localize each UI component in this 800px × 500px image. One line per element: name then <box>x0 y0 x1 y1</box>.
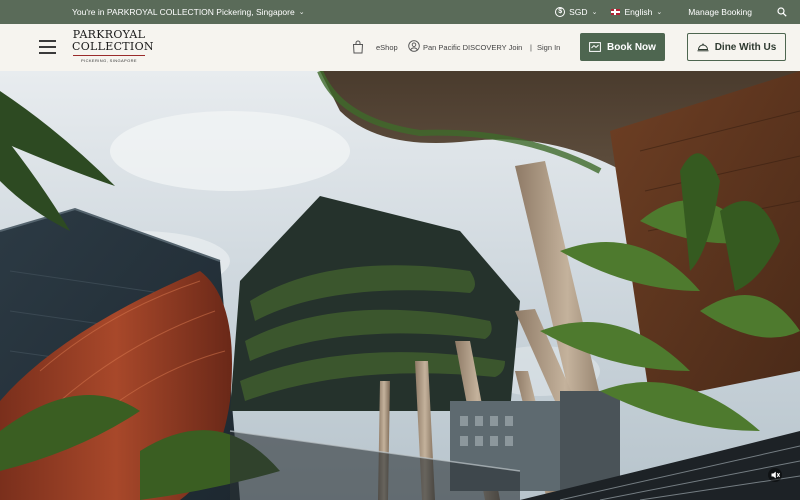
eshop-link[interactable]: eShop <box>376 43 398 52</box>
main-header: PARKROYAL COLLECTION PICKERING, SINGAPOR… <box>0 24 800 71</box>
chevron-down-icon: ⌄ <box>656 9 663 16</box>
dollar-circle-icon: $ <box>555 7 566 17</box>
sign-in-link[interactable]: Sign In <box>537 43 560 52</box>
top-utility-bar: You're in PARKROYAL COLLECTION Pickering… <box>0 0 800 24</box>
chevron-down-icon: ⌄ <box>298 9 305 16</box>
search-icon <box>777 7 787 17</box>
hotel-logo[interactable]: PARKROYAL COLLECTION PICKERING, SINGAPOR… <box>72 29 154 67</box>
dine-with-us-label: Dine With Us <box>714 41 777 53</box>
book-now-button[interactable]: Book Now <box>580 33 665 61</box>
calendar-icon <box>589 42 601 52</box>
currency-selector[interactable]: $ SGD ⌄ <box>555 0 597 24</box>
user-circle-icon[interactable] <box>408 40 420 52</box>
logo-divider <box>73 55 145 56</box>
dine-with-us-button[interactable]: Dine With Us <box>687 33 786 61</box>
mute-icon[interactable] <box>768 468 782 482</box>
logo-line-3: PICKERING, SINGAPORE <box>80 58 137 63</box>
manage-booking-label: Manage Booking <box>688 7 752 17</box>
search-button[interactable] <box>774 0 790 24</box>
pan-pacific-discovery-join-link[interactable]: Pan Pacific DISCOVERY Join <box>423 43 522 52</box>
language-label: English <box>624 7 653 17</box>
topbar-right-group: $ SGD ⌄ English ⌄ Manage Booking <box>555 0 800 24</box>
chevron-down-icon: ⌄ <box>591 9 598 16</box>
location-selector[interactable]: You're in PARKROYAL COLLECTION Pickering… <box>72 0 305 24</box>
cloche-icon <box>697 43 709 52</box>
logo-line-2: COLLECTION <box>72 40 154 53</box>
hero-hotel-image <box>0 71 800 500</box>
shopping-bag-icon[interactable] <box>352 40 364 54</box>
language-selector[interactable]: English ⌄ <box>611 0 662 24</box>
location-text: You're in PARKROYAL COLLECTION Pickering… <box>72 7 295 17</box>
link-separator: | <box>530 43 532 52</box>
currency-label: SGD <box>569 7 588 17</box>
book-now-label: Book Now <box>607 41 656 53</box>
hamburger-menu-icon[interactable] <box>39 40 56 54</box>
manage-booking-link[interactable]: Manage Booking <box>688 0 752 24</box>
uk-flag-icon <box>611 9 621 15</box>
hero-video[interactable] <box>0 71 800 500</box>
